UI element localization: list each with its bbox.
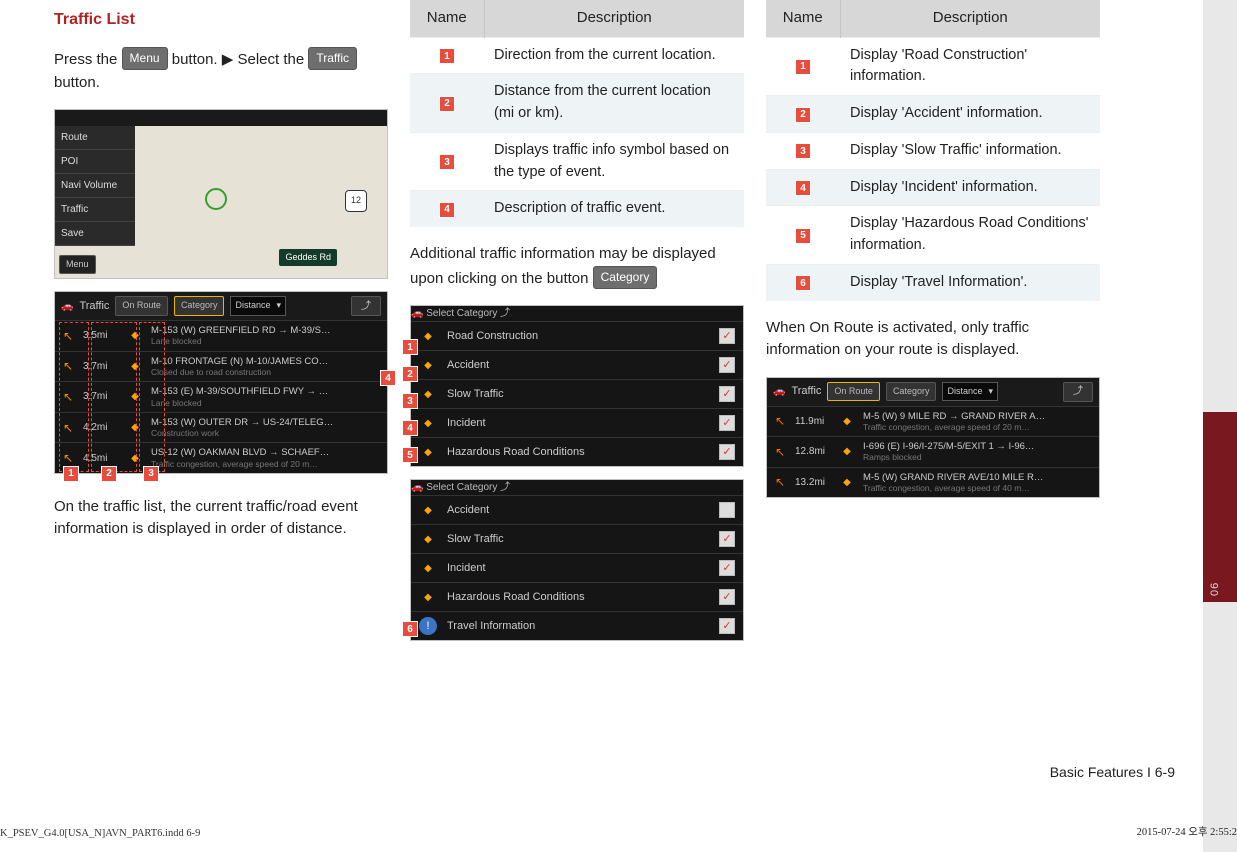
incident-icon: ◆ (419, 559, 437, 577)
traffic-list-para: On the traffic list, the current traffic… (54, 496, 388, 541)
on-route-para: When On Route is activated, only traffic… (766, 317, 1100, 362)
section-tab-rail: 06 (1203, 0, 1237, 852)
page-footer: Basic Features I 6-9 (1050, 764, 1175, 780)
road-construction-icon: ◆ (419, 327, 437, 345)
highway-shield: 12 (345, 190, 367, 212)
slow-traffic-icon: ◆ (419, 530, 437, 548)
indd-footer-left: K_PSEV_G4.0[USA_N]AVN_PART6.indd 6-9 (0, 828, 200, 839)
road-label: Geddes Rd (279, 249, 337, 267)
sort-dropdown: Distance▾ (230, 296, 286, 316)
hazardous-icon: ◆ (419, 588, 437, 606)
car-icon: 🚗 (411, 308, 423, 319)
back-icon: ⤴ (500, 482, 510, 493)
checkbox-icon (719, 328, 735, 344)
slow-traffic-icon: ◆ (419, 385, 437, 403)
accident-icon: ◆ (419, 356, 437, 374)
traffic-title: Traffic (79, 298, 109, 315)
car-icon: 🚗 (411, 482, 423, 493)
checkbox-icon (719, 618, 735, 634)
traffic-list-heading: Traffic List (54, 8, 388, 32)
travel-info-icon: ! (419, 617, 437, 635)
on-route-tab: On Route (115, 296, 168, 316)
checkbox-icon (719, 560, 735, 576)
traffic-event-icon: ◆ (839, 444, 855, 460)
traffic-pill: Traffic (308, 47, 357, 70)
sort-dropdown: Distance▾ (942, 382, 998, 402)
map-side-menu: Route POI Navi Volume Traffic Save (55, 126, 135, 246)
hazardous-icon: ◆ (419, 443, 437, 461)
direction-icon: ↖ (773, 475, 787, 489)
checkbox-icon (719, 386, 735, 402)
traffic-list-intro: Press the Menu button. ▶ Select the Traf… (54, 47, 388, 94)
indd-footer-right: 2015-07-24 오후 2:55:2 (1137, 824, 1237, 839)
on-route-screenshot: 🚗 Traffic On Route Category Distance▾ ⤴ … (766, 377, 1100, 499)
category-pill: Category (593, 266, 658, 289)
checkbox-icon (719, 444, 735, 460)
select-category-screenshot-2: 🚗 Select Category ⤴ ◆Accident ◆Slow Traf… (410, 479, 744, 641)
map-menu-button: Menu (59, 255, 96, 275)
checkbox-icon (719, 589, 735, 605)
traffic-event-icon: ◆ (839, 474, 855, 490)
map-screenshot: Route POI Navi Volume Traffic Save 12 Me… (54, 109, 388, 279)
on-route-tab: On Route (827, 382, 880, 402)
category-tab: Category (886, 382, 937, 402)
back-icon: ⤴ (351, 296, 381, 316)
back-icon: ⤴ (1063, 382, 1093, 402)
traffic-event-icon: ◆ (839, 413, 855, 429)
direction-icon: ↖ (773, 445, 787, 459)
traffic-list-screenshot: 🚗 Traffic On Route Category Distance▾ ⤴ … (54, 291, 388, 474)
checkbox-icon (719, 502, 735, 518)
menu-pill: Menu (122, 47, 168, 70)
category-tab: Category (174, 296, 225, 316)
section-number: 06 (1209, 582, 1221, 596)
additional-info-para: Additional traffic information may be di… (410, 243, 744, 290)
checkbox-icon (719, 415, 735, 431)
direction-icon: ↖ (773, 414, 787, 428)
checkbox-icon (719, 531, 735, 547)
select-category-screenshot-1: 🚗 Select Category ⤴ ◆Road Construction ◆… (410, 305, 744, 467)
checkbox-icon (719, 357, 735, 373)
callout-table-2: NameDescription 1Display 'Road Construct… (766, 0, 1100, 301)
accident-icon: ◆ (419, 501, 437, 519)
back-icon: ⤴ (500, 308, 510, 319)
compass-icon (205, 188, 227, 210)
callout-table-1: NameDescription 1Direction from the curr… (410, 0, 744, 227)
car-icon: 🚗 (61, 299, 73, 314)
incident-icon: ◆ (419, 414, 437, 432)
car-icon: 🚗 (773, 384, 785, 399)
